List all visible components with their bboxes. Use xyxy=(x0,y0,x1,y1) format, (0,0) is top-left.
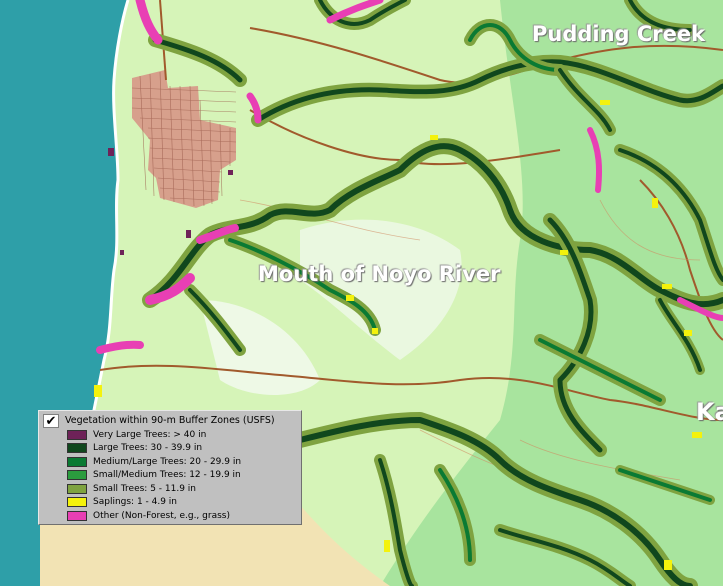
ka-label: Ka xyxy=(696,398,723,426)
legend-swatch xyxy=(67,443,87,454)
legend-rows: Very Large Trees: > 40 in Large Trees: 30… xyxy=(43,428,297,523)
noyo-river-label: Mouth of Noyo River xyxy=(258,262,501,286)
legend-swatch xyxy=(67,470,87,481)
legend-swatch xyxy=(67,483,87,494)
legend-item: Medium/Large Trees: 20 - 29.9 in xyxy=(43,455,297,469)
legend-item: Very Large Trees: > 40 in xyxy=(43,428,297,442)
legend-swatch xyxy=(67,497,87,508)
legend-swatch xyxy=(67,429,87,440)
pudding-creek-label: Pudding Creek xyxy=(532,22,706,46)
legend-label: Small Trees: 5 - 11.9 in xyxy=(93,483,196,494)
legend-label: Other (Non-Forest, e.g., grass) xyxy=(93,510,230,521)
legend-swatch xyxy=(67,510,87,521)
legend-label: Large Trees: 30 - 39.9 in xyxy=(93,443,203,454)
legend-item: Saplings: 1 - 4.9 in xyxy=(43,496,297,510)
legend-label: Very Large Trees: > 40 in xyxy=(93,429,207,440)
checkmark-icon[interactable]: ✔ xyxy=(43,413,59,428)
legend-item: Small Trees: 5 - 11.9 in xyxy=(43,482,297,496)
legend-header: ✔ Vegetation within 90-m Buffer Zones (U… xyxy=(43,413,297,428)
legend-label: Small/Medium Trees: 12 - 19.9 in xyxy=(93,470,241,481)
vegetation-legend: ✔ Vegetation within 90-m Buffer Zones (U… xyxy=(38,410,302,525)
legend-label: Medium/Large Trees: 20 - 29.9 in xyxy=(93,456,242,467)
legend-item: Large Trees: 30 - 39.9 in xyxy=(43,442,297,456)
vegetation-map[interactable]: Pudding Creek Mouth of Noyo River Ka ✔ V… xyxy=(0,0,723,586)
legend-swatch xyxy=(67,456,87,467)
legend-label: Saplings: 1 - 4.9 in xyxy=(93,497,178,508)
legend-item: Small/Medium Trees: 12 - 19.9 in xyxy=(43,469,297,483)
legend-title: Vegetation within 90-m Buffer Zones (USF… xyxy=(65,415,275,426)
legend-item: Other (Non-Forest, e.g., grass) xyxy=(43,509,297,523)
